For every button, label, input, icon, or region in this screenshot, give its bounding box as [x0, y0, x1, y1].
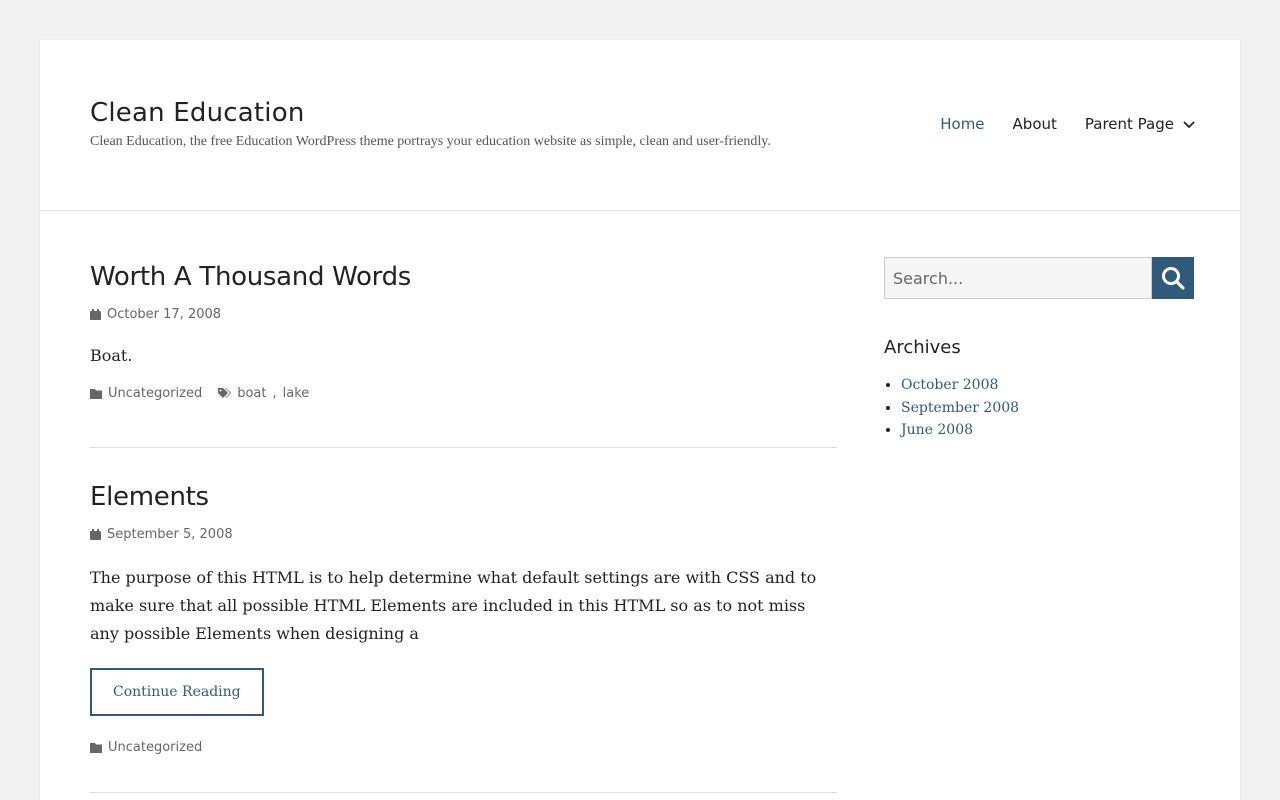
- search-form: [884, 257, 1194, 299]
- post-category[interactable]: Uncategorized: [108, 386, 202, 401]
- nav-item-home[interactable]: Home: [940, 115, 984, 133]
- post-excerpt: Boat.: [90, 346, 133, 365]
- archives-list: October 2008 September 2008 June 2008: [884, 374, 1194, 442]
- folder-icon: [90, 389, 102, 399]
- tag-link[interactable]: boat: [237, 386, 266, 401]
- post-date: September 5, 2008: [90, 527, 837, 542]
- archive-link[interactable]: October 2008: [901, 377, 998, 393]
- post-category[interactable]: Uncategorized: [108, 740, 202, 755]
- continue-wrapper: Continue Reading: [90, 668, 837, 716]
- site-description: Clean Education, the free Education Word…: [90, 134, 771, 149]
- search-button[interactable]: [1152, 257, 1194, 299]
- post-title[interactable]: Worth A Thousand Words: [90, 260, 837, 294]
- search-icon: [1162, 267, 1185, 290]
- main-content: Worth A Thousand Words October 17, 2008 …: [90, 260, 837, 793]
- folder-icon: [90, 743, 102, 753]
- continue-reading-button[interactable]: Continue Reading: [90, 668, 264, 716]
- main-navigation: Home About Parent Page: [940, 115, 1196, 133]
- post-footer-meta: Uncategorized: [90, 740, 837, 755]
- post-footer-meta: Uncategorized boat, lake: [90, 386, 837, 401]
- site-title[interactable]: Clean Education: [90, 98, 305, 128]
- post-date-text[interactable]: October 17, 2008: [107, 307, 221, 322]
- archive-item: September 2008: [901, 397, 1194, 420]
- search-input[interactable]: [884, 257, 1152, 299]
- calendar-icon: [90, 529, 101, 540]
- post-item: Elements September 5, 2008 The purpose o…: [90, 448, 837, 793]
- calendar-icon: [90, 309, 101, 320]
- post-excerpt: The purpose of this HTML is to help dete…: [90, 568, 817, 643]
- post-tags: boat, lake: [218, 386, 309, 401]
- archive-item: October 2008: [901, 374, 1194, 397]
- tag-link[interactable]: lake: [283, 386, 310, 401]
- tags-icon: [218, 388, 232, 398]
- archive-link[interactable]: September 2008: [901, 400, 1019, 416]
- post-title[interactable]: Elements: [90, 480, 837, 514]
- nav-item-about[interactable]: About: [1013, 115, 1057, 133]
- nav-item-parent-page-label[interactable]: Parent Page: [1085, 115, 1174, 133]
- archives-title: Archives: [884, 337, 961, 358]
- sidebar: Archives October 2008 September 2008 Jun…: [884, 257, 1194, 442]
- site-header: Clean Education Clean Education, the fre…: [40, 40, 1240, 211]
- post-date: October 17, 2008: [90, 307, 837, 322]
- archive-link[interactable]: June 2008: [901, 422, 973, 438]
- archive-item: June 2008: [901, 419, 1194, 442]
- nav-item-parent-page[interactable]: Parent Page: [1085, 115, 1196, 133]
- page-card: Clean Education Clean Education, the fre…: [40, 40, 1240, 800]
- chevron-down-icon[interactable]: [1182, 117, 1196, 131]
- post-date-text[interactable]: September 5, 2008: [107, 527, 233, 542]
- post-item: Worth A Thousand Words October 17, 2008 …: [90, 260, 837, 448]
